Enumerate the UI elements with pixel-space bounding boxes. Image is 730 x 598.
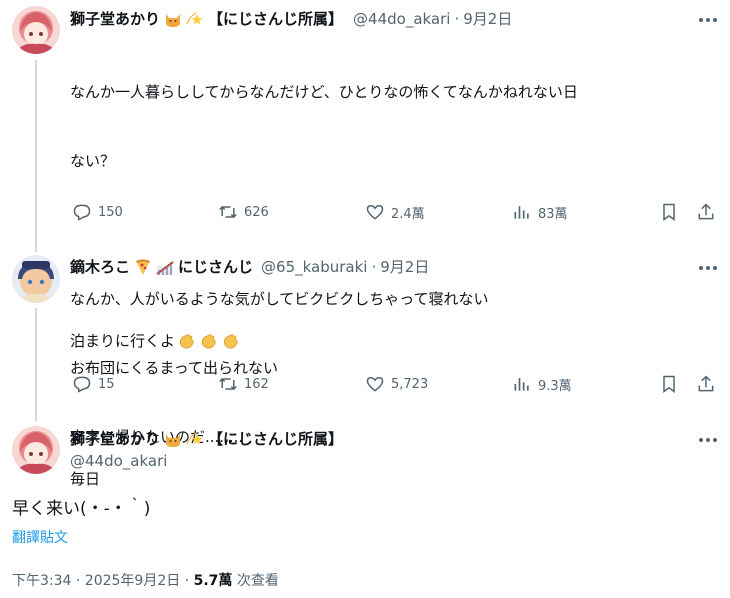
tweet2-reply-count: 15 [98,376,115,392]
tweet1-like-button[interactable]: 2.4萬 [365,202,425,222]
tweet2-author-name[interactable]: 鏑木ろこ [70,256,130,277]
tweet2-like-count: 5,723 [391,376,429,392]
tweet1-bookmark-button[interactable] [659,202,679,222]
avatar-kaburaki[interactable] [12,255,60,303]
tweet1-author-name[interactable]: 獅子堂あかり [70,8,160,29]
tweet1-like-count: 2.4萬 [391,206,425,222]
bookmark-icon [663,375,675,393]
tweet1-header: 獅子堂あかり 【にじさんじ所属】 @44do_akari · 9月2日 [70,8,512,29]
retweet-icon [219,205,237,219]
tweet1-line: ない？ [70,152,116,170]
views-icon [514,378,529,391]
tweet2-like-button[interactable]: 5,723 [365,374,428,394]
tweet2-reply-button[interactable]: 15 [72,374,115,394]
tweet1-more-button[interactable] [696,10,720,30]
more-icon [699,18,717,22]
more-icon [699,438,717,442]
tweet2-line: 泊まりに行くよ [70,330,710,353]
share-icon [698,203,714,220]
tweet2-line2: 毎日 [70,470,101,488]
heart-icon [366,204,384,220]
main-views-label: 次查看 [232,573,279,589]
heart-icon [366,376,384,392]
tweet2-views-button[interactable]: 9.3萬 [512,374,572,394]
tweet1-reply-button[interactable]: 150 [72,202,123,222]
main-tweet-text: 早く来い(・-・｀) [12,499,151,519]
main-views-count: 5.7萬 [193,573,233,589]
dizzy-star-emoji-icon [186,430,204,448]
tweet2-bookmark-button[interactable] [659,374,679,394]
main-affiliation: 【にじさんじ所属】 [208,430,344,448]
cat-emoji-icon [164,10,182,28]
tweet2-handle[interactable]: @65_kaburaki [261,258,367,276]
more-icon [699,266,717,270]
tweet2-header: 鏑木ろこ にじさんじ @65_kaburaki · 9月2日 [70,256,429,277]
tweet2-views-count: 9.3萬 [538,378,572,394]
thread-line-1 [35,60,37,252]
tweet2-text: 泊まりに行くよ 毎日 [70,284,710,514]
translate-post-link[interactable]: 翻譯貼文 [12,527,68,547]
tweet2-line1-text: 泊まりに行くよ [70,332,176,350]
thread-line-2 [35,308,37,421]
tweet1-retweet-count: 626 [244,204,269,220]
share-icon [698,375,714,392]
tweet1-handle[interactable]: @44do_akari [353,10,450,28]
tweet1-affiliation: 【にじさんじ所属】 [208,10,344,28]
tweet1-retweet-button[interactable]: 626 [218,202,269,222]
clapping-hand-emoji-icon [177,332,240,351]
tweet1-dot: · [454,9,460,28]
main-tweet-meta: 下午3:34 · 2025年9月2日 · 5.7萬 次查看 [12,570,279,590]
main-handle[interactable]: @44do_akari [70,452,167,470]
dizzy-star-emoji-icon [186,10,204,28]
main-header: 獅子堂あかり 【にじさんじ所属】 [70,428,343,449]
railway-emoji-icon [156,258,174,276]
tweet2-dot: · [371,257,377,276]
views-icon [514,206,529,219]
tweet2-more-button[interactable] [696,258,720,278]
tweet2-date[interactable]: 9月2日 [380,256,429,277]
reply-icon [73,376,91,393]
tweet1-views-count: 83萬 [538,206,568,222]
tweet1-line [70,219,710,242]
avatar-akari-main[interactable] [12,426,60,474]
tweet1-views-button[interactable]: 83萬 [512,202,568,222]
tweet1-date[interactable]: 9月2日 [463,8,512,29]
pizza-emoji-icon [134,258,152,276]
main-more-button[interactable] [696,430,720,450]
reply-icon [73,204,91,221]
tweet2-retweet-count: 162 [244,376,269,392]
bookmark-icon [663,203,675,221]
main-timestamp[interactable]: 下午3:34 · 2025年9月2日 · [12,573,194,589]
cat-emoji-icon [164,430,182,448]
main-author-name[interactable]: 獅子堂あかり [70,428,160,449]
tweet1-line: なんか一人暮らししてからなんだけど、ひとりなの怖くてなんかねれない日 [70,83,578,101]
retweet-icon [219,377,237,391]
avatar-akari[interactable] [12,6,60,54]
tweet2-affiliation: にじさんじ [178,258,254,276]
tweet1-share-button[interactable] [696,202,716,222]
tweet2-share-button[interactable] [696,374,716,394]
tweet1-reply-count: 150 [98,204,123,220]
tweet2-retweet-button[interactable]: 162 [218,374,269,394]
